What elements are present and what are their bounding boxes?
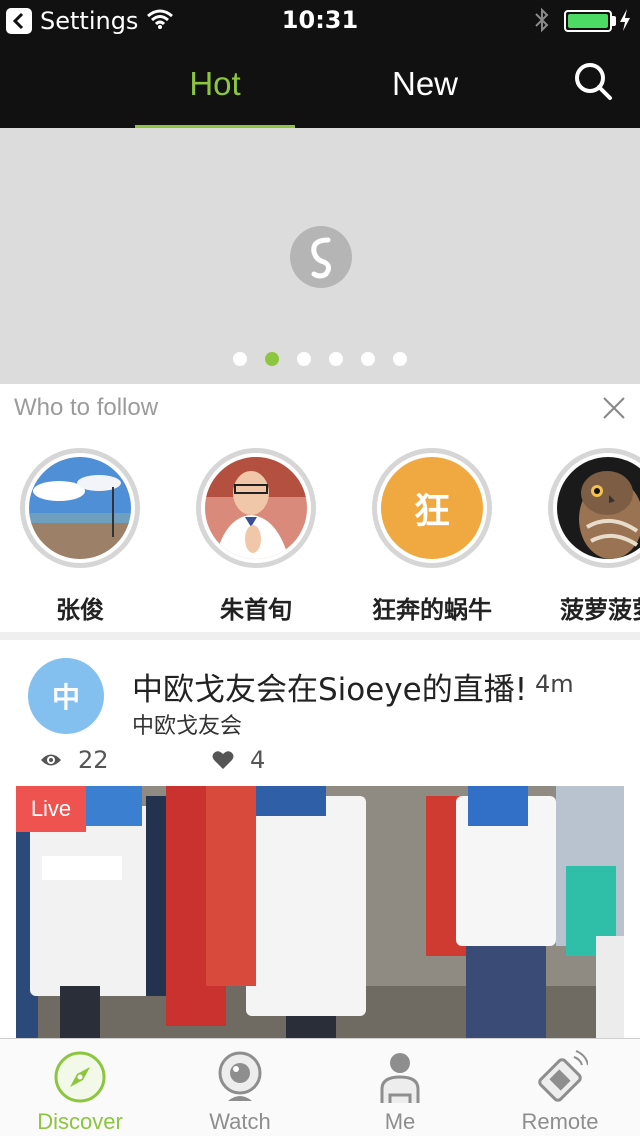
avatar xyxy=(20,448,140,568)
remote-icon xyxy=(532,1049,589,1105)
tab-watch[interactable]: Watch xyxy=(160,1039,320,1136)
compass-icon xyxy=(52,1049,108,1105)
post-author[interactable]: 中欧戈友会 xyxy=(132,708,242,740)
tab-remote-label: Remote xyxy=(521,1109,599,1134)
carousel-dot[interactable] xyxy=(361,352,375,366)
views-count: 22 xyxy=(78,746,109,774)
tab-remote[interactable]: Remote xyxy=(480,1039,640,1136)
letter-avatar: 狂 xyxy=(381,457,483,559)
avatar: 狂 xyxy=(372,448,492,568)
status-bar: Settings 10:31 xyxy=(0,0,640,40)
live-badge: Live xyxy=(16,786,86,832)
avatar xyxy=(548,448,640,568)
sioeye-logo-icon xyxy=(290,226,352,288)
owl-photo-avatar xyxy=(557,457,640,559)
avatar xyxy=(196,448,316,568)
carousel-dot[interactable] xyxy=(297,352,311,366)
banner-carousel[interactable] xyxy=(0,128,640,384)
suggested-user[interactable]: 狂 狂奔的蜗牛 xyxy=(342,448,522,625)
tab-me-label: Me xyxy=(384,1109,416,1134)
portrait-photo-avatar xyxy=(205,457,307,559)
tab-discover[interactable]: Discover xyxy=(0,1039,160,1136)
webcam-icon xyxy=(212,1049,268,1105)
carousel-dot-active[interactable] xyxy=(265,352,279,366)
views-stat: 22 xyxy=(40,746,109,774)
top-nav: Hot New xyxy=(0,40,640,128)
section-divider xyxy=(0,632,640,640)
feed-post[interactable]: 中 中欧戈友会在Sioeye的直播! 4m 中欧戈友会 22 4 Live xyxy=(0,640,640,1040)
likes-stat[interactable]: 4 xyxy=(212,746,265,774)
avatar-letter: 狂 xyxy=(413,491,450,532)
who-to-follow-section: Who to follow 张俊 朱首旬 狂 狂奔的蜗牛 菠萝菠 xyxy=(0,384,640,632)
suggested-user[interactable]: 菠萝菠萝 xyxy=(518,448,640,625)
search-icon[interactable] xyxy=(572,60,614,102)
tab-hot[interactable]: Hot xyxy=(135,40,295,128)
tab-new[interactable]: New xyxy=(345,40,505,128)
marathon-runners-image xyxy=(16,786,624,1040)
carousel-dot[interactable] xyxy=(329,352,343,366)
likes-count: 4 xyxy=(250,746,266,774)
battery-fill xyxy=(568,14,608,28)
carousel-dot[interactable] xyxy=(393,352,407,366)
battery-cap xyxy=(612,16,616,26)
seaside-photo-avatar xyxy=(29,457,131,559)
tab-discover-label: Discover xyxy=(37,1109,123,1134)
suggested-user-name: 朱首旬 xyxy=(220,596,292,624)
suggested-user[interactable]: 张俊 xyxy=(0,448,170,625)
suggested-user-name: 狂奔的蜗牛 xyxy=(372,596,492,624)
bottom-tab-bar: Discover Watch Me Remote xyxy=(0,1038,640,1136)
carousel-dot[interactable] xyxy=(233,352,247,366)
carousel-dots xyxy=(0,352,640,366)
who-to-follow-title: Who to follow xyxy=(14,394,159,421)
post-time: 4m xyxy=(535,670,574,698)
post-title[interactable]: 中欧戈友会在Sioeye的直播! xyxy=(132,664,527,709)
post-avatar-letter: 中 xyxy=(51,681,80,714)
eye-icon xyxy=(41,754,61,766)
live-video-thumbnail[interactable]: Live xyxy=(16,786,624,1040)
heart-icon xyxy=(212,751,234,769)
suggested-user[interactable]: 朱首旬 xyxy=(166,448,346,625)
suggested-user-name: 张俊 xyxy=(56,596,104,624)
charging-icon xyxy=(618,8,632,36)
tab-watch-label: Watch xyxy=(209,1109,271,1134)
bluetooth-icon xyxy=(533,6,551,38)
suggested-user-name: 菠萝菠萝 xyxy=(560,596,640,624)
tab-me[interactable]: Me xyxy=(320,1039,480,1136)
person-icon xyxy=(372,1049,428,1105)
post-avatar[interactable]: 中 xyxy=(28,658,104,734)
battery-icon xyxy=(564,10,612,32)
close-icon[interactable] xyxy=(600,394,628,422)
